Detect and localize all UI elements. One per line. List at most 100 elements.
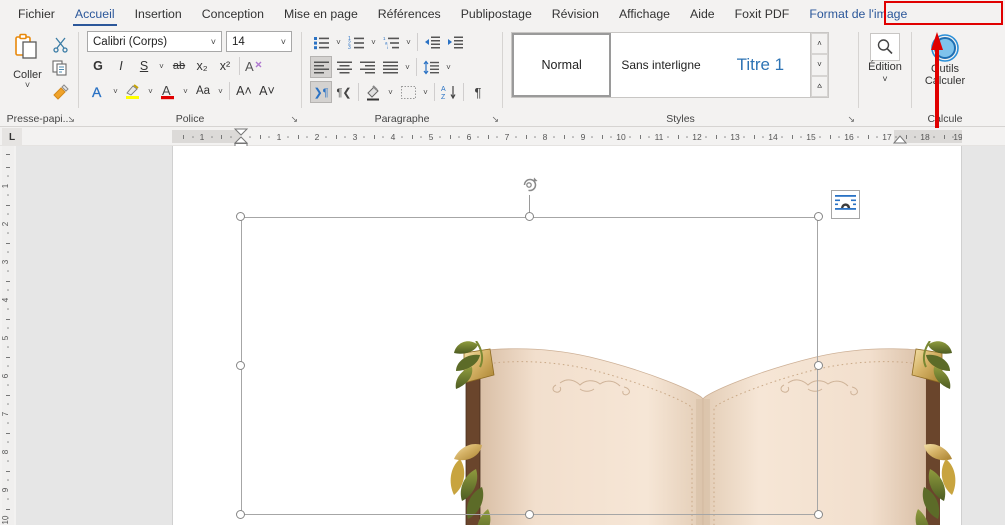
numbering-button[interactable]: 1 2 3 xyxy=(345,31,367,53)
vertical-ruler[interactable]: 1 2 3 4 5 6 7 8 9 10 xyxy=(0,146,16,525)
tab-publipostage[interactable]: Publipostage xyxy=(451,2,542,27)
justify-caret-icon[interactable]: ˅ xyxy=(402,56,413,78)
tab-format-de-l-image[interactable]: Format de l'image xyxy=(799,2,917,27)
font-name-combo[interactable]: Calibri (Corps) ˅ xyxy=(87,31,222,52)
handle-bottom-left[interactable] xyxy=(236,510,245,519)
styles-dialog-launcher[interactable]: ↘ xyxy=(847,112,855,126)
cut-button[interactable] xyxy=(50,34,72,54)
rotate-icon[interactable] xyxy=(521,176,539,194)
paste-button[interactable]: Coller ˅ xyxy=(7,31,48,102)
clipboard-dialog-launcher[interactable]: ↘ xyxy=(67,112,75,126)
tab-revision[interactable]: Révision xyxy=(542,2,609,27)
group-label-font: Police ↘ xyxy=(79,111,301,127)
tab-conception[interactable]: Conception xyxy=(192,2,274,27)
horizontal-ruler-ticks: 1 123 456 789 10 11 12 13 14 15 16 17 18 19 xyxy=(172,128,962,146)
styles-scroll-up-button[interactable]: ˄ xyxy=(811,33,828,55)
show-formatting-marks-button[interactable]: ¶ xyxy=(467,81,489,103)
text-effects-button[interactable]: A xyxy=(87,80,109,102)
handle-middle-right[interactable] xyxy=(814,361,823,370)
tab-insertion[interactable]: Insertion xyxy=(125,2,192,27)
handle-bottom-right[interactable] xyxy=(814,510,823,519)
handle-top-right[interactable] xyxy=(814,212,823,221)
paragraph-dialog-launcher[interactable]: ↘ xyxy=(491,112,499,126)
borders-caret-icon[interactable]: ˅ xyxy=(420,81,431,103)
group-font: Calibri (Corps) ˅ 14 ˅ G I S ˅ ab x₂ x² … xyxy=(79,27,301,127)
handle-middle-left[interactable] xyxy=(236,361,245,370)
svg-text:3: 3 xyxy=(348,45,351,50)
tab-aide[interactable]: Aide xyxy=(680,2,725,27)
italic-button[interactable]: I xyxy=(110,55,132,77)
bold-button[interactable]: G xyxy=(87,55,109,77)
bullets-caret-icon[interactable]: ˅ xyxy=(333,31,344,53)
copy-button[interactable] xyxy=(50,58,72,78)
line-spacing-caret-icon[interactable]: ˅ xyxy=(443,56,454,78)
align-right-button[interactable] xyxy=(356,56,378,78)
ltr-text-direction-button[interactable]: ❯¶ xyxy=(310,81,332,103)
tab-references[interactable]: Références xyxy=(368,2,451,27)
tab-fichier[interactable]: Fichier xyxy=(8,2,65,27)
change-case-caret-icon[interactable]: ˅ xyxy=(215,80,226,102)
clear-formatting-button[interactable]: A xyxy=(243,55,265,77)
styles-scroll-down-button[interactable]: ˅ xyxy=(811,54,828,76)
borders-button[interactable] xyxy=(397,81,419,103)
increase-indent-button[interactable] xyxy=(444,31,466,53)
svg-text:7: 7 xyxy=(1,411,10,416)
superscript-button[interactable]: x² xyxy=(214,55,236,77)
subscript-button[interactable]: x₂ xyxy=(191,55,213,77)
tab-stop-selector[interactable]: L xyxy=(2,128,22,146)
group-paragraph: ˅ 1 2 3 ˅ 1 a i ˅ ˅ ˅ ❯¶ ¶❮ ˅ ˅ A Z ¶ Pa… xyxy=(302,27,502,127)
sort-button[interactable]: A Z xyxy=(438,81,460,103)
layout-options-button[interactable] xyxy=(831,190,860,219)
tab-affichage[interactable]: Affichage xyxy=(609,2,680,27)
grow-font-button[interactable]: A˄ xyxy=(233,80,255,102)
handle-top-left[interactable] xyxy=(236,212,245,221)
tab-mise-en-page[interactable]: Mise en page xyxy=(274,2,368,27)
highlight-caret-icon[interactable]: ˅ xyxy=(145,80,156,102)
change-case-button[interactable]: Aa xyxy=(192,80,214,102)
rtl-text-direction-button[interactable]: ¶❮ xyxy=(333,81,355,103)
font-dialog-launcher[interactable]: ↘ xyxy=(290,112,298,126)
underline-button[interactable]: S xyxy=(133,55,155,77)
format-painter-button[interactable] xyxy=(50,82,72,102)
shading-button[interactable] xyxy=(362,81,384,103)
tab-foxit-pdf[interactable]: Foxit PDF xyxy=(725,2,800,27)
tab-accueil[interactable]: Accueil xyxy=(65,2,125,27)
style-normal[interactable]: Normal xyxy=(512,33,612,97)
line-spacing-button[interactable] xyxy=(420,56,442,78)
handle-bottom-center[interactable] xyxy=(525,510,534,519)
style-sans-interligne[interactable]: Sans interligne xyxy=(611,33,711,97)
editing-caret-icon[interactable]: ˅ xyxy=(863,73,907,85)
justify-button[interactable] xyxy=(379,56,401,78)
svg-text:A: A xyxy=(162,83,171,98)
bullets-button[interactable] xyxy=(310,31,332,53)
multilevel-list-button[interactable]: 1 a i xyxy=(380,31,402,53)
align-center-button[interactable] xyxy=(333,56,355,78)
shading-caret-icon[interactable]: ˅ xyxy=(385,81,396,103)
numbering-caret-icon[interactable]: ˅ xyxy=(368,31,379,53)
shrink-font-button[interactable]: A˅ xyxy=(256,80,278,102)
highlight-button[interactable] xyxy=(122,80,144,102)
outils-calculer-button[interactable]: Outils Calculer xyxy=(921,31,969,87)
horizontal-ruler-track[interactable]: 1 123 456 789 10 11 12 13 14 15 16 17 18 19 xyxy=(172,128,962,146)
ribbon: Coller ˅ Presse-papi... ↘ Calibri (Corps… xyxy=(0,27,1005,127)
editing-button[interactable]: Édition ˅ xyxy=(863,31,907,85)
horizontal-ruler[interactable]: L 1 123 456 789 10 11 12 13 14 15 16 17 18 19 xyxy=(0,128,1005,146)
underline-caret-icon[interactable]: ˅ xyxy=(156,55,167,77)
style-titre-1[interactable]: Titre 1 xyxy=(710,33,810,97)
strikethrough-button[interactable]: ab xyxy=(168,55,190,77)
styles-more-button[interactable]: ⩟ xyxy=(811,75,828,97)
multilevel-caret-icon[interactable]: ˅ xyxy=(403,31,414,53)
font-color-caret-icon[interactable]: ˅ xyxy=(180,80,191,102)
svg-text:A: A xyxy=(245,59,254,74)
handle-top-center[interactable] xyxy=(525,212,534,221)
font-size-combo[interactable]: 14 ˅ xyxy=(226,31,292,52)
text-effects-caret-icon[interactable]: ˅ xyxy=(110,80,121,102)
paste-dropdown-caret[interactable]: ˅ xyxy=(7,81,48,90)
font-color-button[interactable]: A xyxy=(157,80,179,102)
styles-gallery: Normal Sans interligne Titre 1 xyxy=(511,32,811,98)
decrease-indent-button[interactable] xyxy=(421,31,443,53)
align-left-button[interactable] xyxy=(310,56,332,78)
chevron-down-icon: ˅ xyxy=(210,36,216,47)
svg-text:10: 10 xyxy=(616,132,626,142)
divider xyxy=(416,58,417,76)
